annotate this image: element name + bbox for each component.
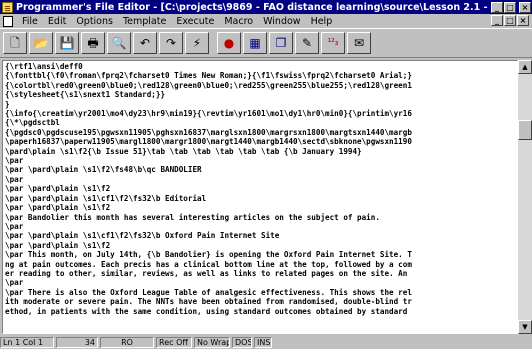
- toolbar: 🗋 📂 💾 🖶 🔍 ↶ ↷ ⚡ ● ▦ ❐ ✎ ¹²₃ ✉: [0, 28, 532, 58]
- execute-button[interactable]: ⚡: [185, 32, 209, 54]
- editor-line: \par \pard\plain \s1\cf1\f2\fs32\b Edito…: [5, 193, 207, 203]
- editor-line: {\pgdsc0\pgdscuse195\pgwsxn11905\pghsxn1…: [5, 127, 412, 137]
- status-format: DOS: [232, 336, 252, 348]
- editor-line: \pard\plain \s1\f2{\b Issue 51}\tab \tab…: [5, 146, 362, 156]
- maximize-button[interactable]: □: [504, 1, 516, 13]
- editor-line: \par \pard\plain \s1\f2: [5, 184, 111, 194]
- editor-line: {\info{\creatim\yr2001\mo4\dy23\hr9\min1…: [5, 109, 412, 119]
- edit-button[interactable]: ✎: [295, 32, 319, 54]
- editor-line: {\fonttbl{\f0\froman\fprq2\fcharset0 Tim…: [5, 71, 412, 81]
- menu-macro[interactable]: Macro: [219, 16, 258, 27]
- save-button[interactable]: 💾: [55, 32, 79, 54]
- menu-window[interactable]: Window: [258, 16, 305, 27]
- record-macro-icon: ●: [223, 36, 235, 50]
- status-rec-off: Rec Off: [156, 336, 192, 348]
- editor-line: \par \pard\plain \s1\f2: [5, 203, 111, 213]
- redo-icon: ↷: [165, 36, 177, 50]
- open-folder-icon: 📂: [33, 36, 49, 50]
- status-wrap: No Wrap: [194, 336, 230, 348]
- menu-file[interactable]: File: [17, 16, 43, 27]
- template-button[interactable]: ✉: [347, 32, 371, 54]
- tile-windows-icon: ▦: [249, 36, 261, 50]
- scroll-thumb[interactable]: [518, 120, 532, 140]
- status-mode: RO: [100, 336, 154, 348]
- status-line-count: 34: [56, 336, 98, 348]
- cascade-windows-icon: ❐: [275, 36, 287, 50]
- execute-icon: ⚡: [192, 36, 202, 50]
- editor-line: {\colortbl\red0\green0\blue0;\red128\gre…: [5, 80, 412, 90]
- document-window-controls: _ □ ×: [491, 15, 530, 26]
- new-file-button[interactable]: 🗋: [3, 32, 27, 54]
- editor-line: {\rtf1\ansi\deff0: [5, 62, 83, 71]
- search-icon: 🔍: [111, 36, 127, 50]
- new-file-icon: 🗋: [10, 36, 20, 50]
- editor-line: \par \pard\plain \s1\f2: [5, 240, 111, 250]
- open-file-button[interactable]: 📂: [29, 32, 53, 54]
- save-icon: 💾: [59, 36, 75, 50]
- menu-bar: File Edit Options Template Execute Macro…: [0, 14, 532, 28]
- editor-line: \par: [5, 221, 24, 231]
- font-size-button[interactable]: ¹²₃: [321, 32, 345, 54]
- menu-execute[interactable]: Execute: [171, 16, 219, 27]
- editor-line: \par There is also the Oxford League Tab…: [5, 287, 412, 297]
- editor-line: ng at pain outcomes. Each precis has a c…: [5, 259, 412, 269]
- redo-button[interactable]: ↷: [159, 32, 183, 54]
- menu-template[interactable]: Template: [118, 16, 171, 27]
- status-insert: INS: [254, 336, 272, 348]
- document-icon[interactable]: [3, 15, 13, 27]
- editor-line: {\*\pgdsctbl: [5, 118, 60, 128]
- editor-line: ith moderate or severe pain. The NNTs ha…: [5, 297, 412, 307]
- app-icon[interactable]: [2, 1, 13, 13]
- edit-pen-icon: ✎: [301, 36, 313, 50]
- editor-line: \par: [5, 278, 24, 288]
- scroll-up-button[interactable]: ▲: [518, 60, 532, 74]
- print-icon: 🖶: [87, 36, 99, 50]
- print-button[interactable]: 🖶: [81, 32, 105, 54]
- doc-restore-button[interactable]: □: [504, 15, 516, 26]
- cascade-windows-button[interactable]: ❐: [269, 32, 293, 54]
- status-position: Ln 1 Col 1: [0, 336, 54, 348]
- editor-line: {\stylesheet{\s1\snext1 Standard;}}: [5, 90, 166, 100]
- close-button[interactable]: ×: [519, 1, 531, 13]
- editor-line: \par: [5, 156, 24, 166]
- doc-minimize-button[interactable]: _: [491, 15, 503, 26]
- editor-line: \par: [5, 174, 24, 184]
- menu-help[interactable]: Help: [306, 16, 338, 27]
- font-size-icon: ¹²₃: [327, 38, 339, 48]
- status-bar: Ln 1 Col 1 34 RO Rec Off No Wrap DOS INS: [0, 335, 532, 349]
- editor-line: \par Bandolier this month has several in…: [5, 212, 380, 222]
- editor-line: \paperh16837\paperw11905\margl1800\margr…: [5, 137, 412, 147]
- editor-line: \par This month, on July 14th, {\b Bando…: [5, 250, 412, 260]
- tile-windows-button[interactable]: ▦: [243, 32, 267, 54]
- undo-button[interactable]: ↶: [133, 32, 157, 54]
- vertical-scrollbar[interactable]: ▲ ▼: [518, 60, 532, 334]
- editor-line: \par \pard\plain \s1\cf1\f2\fs32\b Oxfor…: [5, 231, 280, 241]
- template-icon: ✉: [353, 36, 365, 50]
- title-bar[interactable]: Programmer's File Editor - [C:\projects\…: [0, 0, 532, 14]
- undo-icon: ↶: [139, 36, 151, 50]
- scroll-down-button[interactable]: ▼: [518, 320, 532, 334]
- menu-edit[interactable]: Edit: [43, 16, 71, 27]
- menu-options[interactable]: Options: [71, 16, 118, 27]
- text-editor[interactable]: {\rtf1\ansi\deff0 {\fonttbl{\f0\froman\fp…: [2, 60, 518, 334]
- editor-line: }: [5, 99, 10, 109]
- minimize-button[interactable]: _: [491, 1, 503, 13]
- doc-close-button[interactable]: ×: [517, 15, 529, 26]
- window-title: Programmer's File Editor - [C:\projects\…: [16, 1, 491, 13]
- record-macro-button[interactable]: ●: [217, 32, 241, 54]
- editor-lines: {\rtf1\ansi\deff0 {\fonttbl{\f0\froman\fp…: [5, 62, 515, 316]
- app-window: Programmer's File Editor - [C:\projects\…: [0, 0, 532, 349]
- editor-line: ethod, in patients with the same conditi…: [5, 306, 408, 316]
- editor-line: er reading to other, similar, reviews, a…: [5, 268, 408, 278]
- find-button[interactable]: 🔍: [107, 32, 131, 54]
- editor-line: \par \pard\plain \s1\f2\fs48\b\qc BANDOL…: [5, 165, 202, 175]
